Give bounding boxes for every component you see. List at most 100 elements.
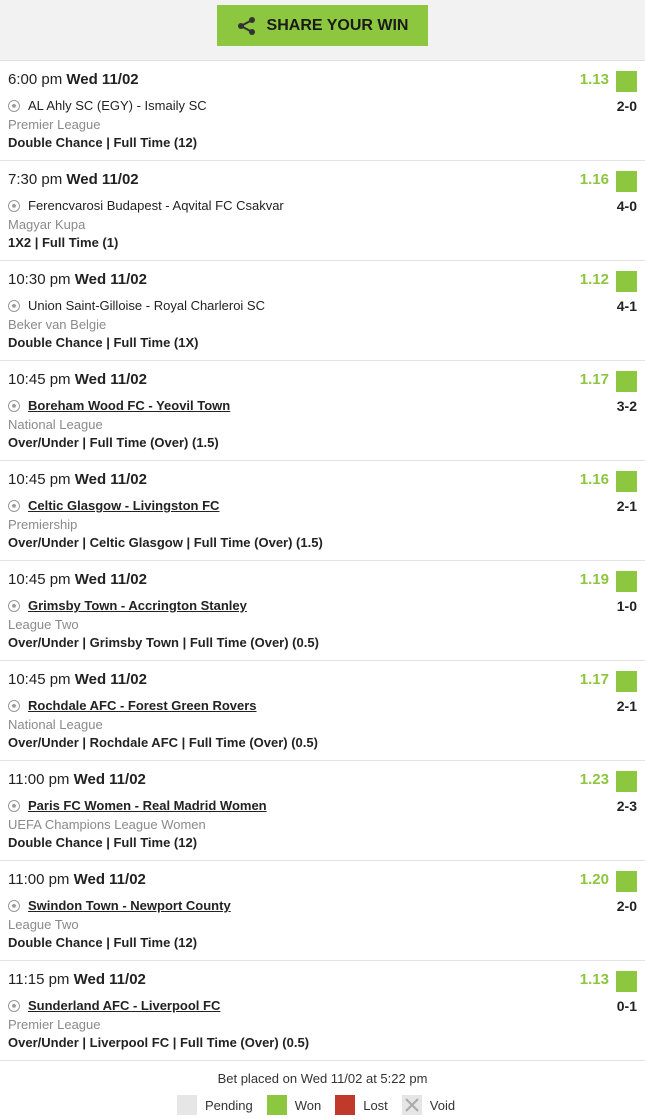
bet-placed-text: Bet placed on Wed 11/02 at 5:22 pm bbox=[217, 1071, 428, 1086]
bet-date: Wed 11/02 bbox=[73, 771, 146, 788]
bet-list: 6:00 pm Wed 11/02 1.13 AL Ahly SC (EGY) - … bbox=[0, 60, 645, 1061]
status-won-indicator bbox=[616, 771, 637, 792]
bet-league: League Two bbox=[8, 617, 79, 632]
bet-odds: 1.13 bbox=[579, 71, 609, 88]
bet-match-row: Paris FC Women - Real Madrid Women bbox=[8, 798, 267, 813]
bet-score: 1-0 bbox=[616, 598, 637, 614]
bet-time-value: 10:45 pm bbox=[8, 571, 71, 588]
void-x-icon bbox=[405, 1098, 419, 1112]
bet-match-link[interactable]: Swindon Town - Newport County bbox=[28, 898, 231, 913]
bet-date: Wed 11/02 bbox=[74, 571, 147, 588]
bet-match-link: AL Ahly SC (EGY) - Ismaily SC bbox=[28, 98, 207, 113]
bet-time-value: 10:45 pm bbox=[8, 371, 71, 388]
bet-row: 7:30 pm Wed 11/02 1.16 Ferencvarosi Budape… bbox=[0, 161, 645, 261]
bet-match-row: Celtic Glasgow - Livingston FC bbox=[8, 498, 219, 513]
bet-match-link[interactable]: Sunderland AFC - Liverpool FC bbox=[28, 998, 220, 1013]
bet-row: 10:45 pm Wed 11/02 1.19 Grimsby Town - Acc… bbox=[0, 561, 645, 661]
bet-time-value: 11:00 pm bbox=[8, 871, 70, 888]
soccer-ball-icon bbox=[8, 199, 20, 212]
bet-row: 10:30 pm Wed 11/02 1.12 Union Saint-Gilloi… bbox=[0, 261, 645, 361]
bet-match-link: Ferencvarosi Budapest - Aqvital FC Csakv… bbox=[28, 198, 284, 213]
legend-swatch-won bbox=[266, 1095, 287, 1115]
bet-row: 6:00 pm Wed 11/02 1.13 AL Ahly SC (EGY) - … bbox=[0, 61, 645, 161]
bet-match-link[interactable]: Celtic Glasgow - Livingston FC bbox=[28, 498, 219, 513]
bet-score: 0-1 bbox=[616, 998, 637, 1014]
bet-score: 4-0 bbox=[616, 198, 637, 214]
bet-match-link[interactable]: Boreham Wood FC - Yeovil Town bbox=[28, 398, 230, 413]
bet-match-link[interactable]: Paris FC Women - Real Madrid Women bbox=[28, 798, 267, 813]
bet-match-link[interactable]: Rochdale AFC - Forest Green Rovers bbox=[28, 698, 257, 713]
soccer-ball-icon bbox=[8, 399, 20, 412]
status-won-indicator bbox=[616, 471, 637, 492]
bet-match-row: Grimsby Town - Accrington Stanley bbox=[8, 598, 247, 613]
bet-market: 1X2 | Full Time (1) bbox=[8, 235, 119, 250]
bet-market: Double Chance | Full Time (12) bbox=[8, 935, 198, 950]
soccer-ball-icon bbox=[8, 299, 20, 312]
bet-odds: 1.16 bbox=[579, 171, 609, 188]
share-your-win-button[interactable]: SHARE YOUR WIN bbox=[217, 5, 428, 46]
status-legend: Pending Won Lost Void bbox=[177, 1095, 469, 1115]
bet-odds: 1.17 bbox=[579, 371, 609, 388]
legend-item-void: Void bbox=[401, 1095, 456, 1115]
soccer-ball-icon bbox=[8, 999, 20, 1012]
legend-swatch-lost bbox=[335, 1095, 356, 1115]
legend-item-won: Won bbox=[266, 1095, 321, 1115]
legend-label: Void bbox=[429, 1097, 456, 1113]
bet-time: 7:30 pm Wed 11/02 bbox=[8, 171, 139, 188]
bet-score: 2-3 bbox=[616, 798, 637, 814]
soccer-ball-icon bbox=[8, 499, 20, 512]
bet-date: Wed 11/02 bbox=[74, 271, 147, 288]
bet-market: Over/Under | Rochdale AFC | Full Time (O… bbox=[8, 735, 318, 750]
status-won-indicator bbox=[616, 671, 637, 692]
status-won-indicator bbox=[616, 71, 637, 92]
bet-time-value: 10:45 pm bbox=[8, 471, 71, 488]
bet-date: Wed 11/02 bbox=[73, 871, 146, 888]
soccer-ball-icon bbox=[8, 899, 20, 912]
bet-match-row: AL Ahly SC (EGY) - Ismaily SC bbox=[8, 98, 207, 113]
bet-row: 10:45 pm Wed 11/02 1.17 Rochdale AFC - For… bbox=[0, 661, 645, 761]
status-won-indicator bbox=[616, 571, 637, 592]
legend-swatch-pending bbox=[177, 1095, 197, 1115]
bet-match-link[interactable]: Grimsby Town - Accrington Stanley bbox=[28, 598, 247, 613]
bet-league: Beker van Belgie bbox=[8, 317, 107, 332]
bet-time-value: 6:00 pm bbox=[8, 71, 63, 88]
bet-time: 11:15 pm Wed 11/02 bbox=[8, 971, 146, 988]
share-icon bbox=[237, 16, 255, 35]
header: SHARE YOUR WIN bbox=[0, 0, 645, 60]
bet-score: 2-1 bbox=[616, 498, 637, 514]
bet-odds: 1.17 bbox=[579, 671, 609, 688]
bet-league: Premiership bbox=[8, 517, 78, 532]
bet-match-row: Swindon Town - Newport County bbox=[8, 898, 231, 913]
bet-odds: 1.16 bbox=[579, 471, 609, 488]
bet-score: 3-2 bbox=[616, 398, 637, 414]
bet-time: 10:45 pm Wed 11/02 bbox=[8, 571, 147, 588]
soccer-ball-icon bbox=[8, 599, 20, 612]
soccer-ball-icon bbox=[8, 99, 20, 112]
bet-time: 6:00 pm Wed 11/02 bbox=[8, 71, 139, 88]
bet-match-row: Union Saint-Gilloise - Royal Charleroi S… bbox=[8, 298, 265, 313]
bet-market: Double Chance | Full Time (12) bbox=[8, 835, 198, 850]
bet-market: Over/Under | Full Time (Over) (1.5) bbox=[8, 435, 219, 450]
bet-league: Magyar Kupa bbox=[8, 217, 86, 232]
bet-score: 4-1 bbox=[616, 298, 637, 314]
bet-score: 2-1 bbox=[616, 698, 637, 714]
soccer-ball-icon bbox=[8, 699, 20, 712]
bet-league: UEFA Champions League Women bbox=[8, 817, 206, 832]
bet-odds: 1.20 bbox=[579, 871, 609, 888]
status-won-indicator bbox=[616, 171, 637, 192]
bet-row: 11:15 pm Wed 11/02 1.13 Sunderland AFC - L… bbox=[0, 961, 645, 1061]
legend-item-lost: Lost bbox=[335, 1095, 388, 1115]
bet-row: 10:45 pm Wed 11/02 1.16 Celtic Glasgow - L… bbox=[0, 461, 645, 561]
status-won-indicator bbox=[616, 371, 637, 392]
bet-match-row: Ferencvarosi Budapest - Aqvital FC Csakv… bbox=[8, 198, 284, 213]
bet-market: Over/Under | Celtic Glasgow | Full Time … bbox=[8, 535, 323, 550]
status-won-indicator bbox=[616, 271, 637, 292]
bet-time-value: 10:30 pm bbox=[8, 271, 71, 288]
bet-score: 2-0 bbox=[616, 98, 637, 114]
bet-time-value: 11:00 pm bbox=[8, 771, 70, 788]
bet-league: Premier League bbox=[8, 1017, 101, 1032]
bet-time: 10:45 pm Wed 11/02 bbox=[8, 371, 147, 388]
bet-market: Over/Under | Grimsby Town | Full Time (O… bbox=[8, 635, 319, 650]
bet-time: 11:00 pm Wed 11/02 bbox=[8, 871, 146, 888]
status-won-indicator bbox=[616, 971, 637, 992]
